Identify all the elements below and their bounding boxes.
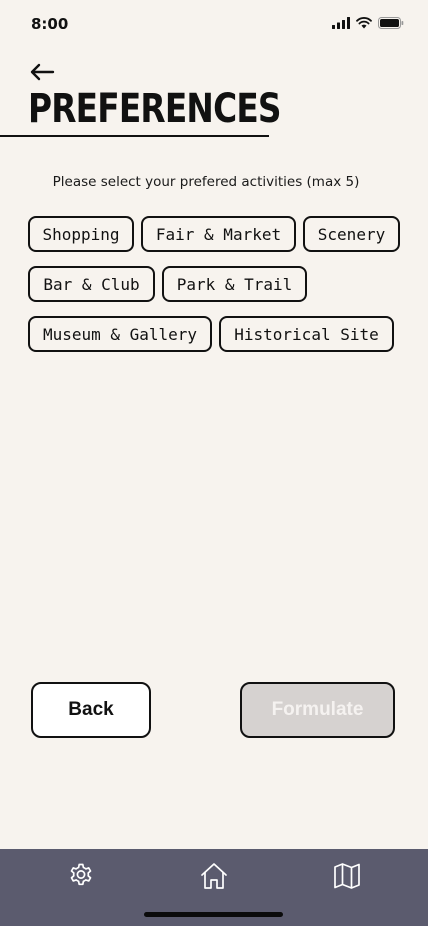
activity-chip-bar-club[interactable]: Bar & Club — [28, 266, 155, 302]
status-time: 8:00 — [31, 15, 69, 33]
activity-chip-fair-market[interactable]: Fair & Market — [141, 216, 296, 252]
signal-icon — [332, 17, 350, 29]
tab-bar — [0, 849, 428, 926]
instruction-text: Please select your prefered activities (… — [52, 174, 360, 190]
activity-chip-museum-gallery[interactable]: Museum & Gallery — [28, 316, 212, 352]
activity-chip-scenery[interactable]: Scenery — [303, 216, 400, 252]
battery-icon — [378, 17, 404, 29]
wifi-icon — [356, 17, 372, 29]
home-icon[interactable] — [199, 861, 229, 891]
back-arrow-icon[interactable] — [28, 62, 56, 82]
activity-chip-park-trail[interactable]: Park & Trail — [162, 266, 307, 302]
gear-icon[interactable] — [66, 861, 96, 891]
activity-chip-historical-site[interactable]: Historical Site — [219, 316, 394, 352]
page-title: PREFERENCES — [28, 86, 282, 132]
formulate-button[interactable]: Formulate — [240, 682, 395, 738]
map-icon[interactable] — [332, 861, 362, 891]
title-underline — [0, 135, 269, 137]
back-button[interactable]: Back — [31, 682, 151, 738]
activity-chip-shopping[interactable]: Shopping — [28, 216, 134, 252]
home-indicator — [144, 912, 283, 917]
status-icons — [332, 17, 404, 29]
status-bar: 8:00 — [0, 0, 428, 50]
